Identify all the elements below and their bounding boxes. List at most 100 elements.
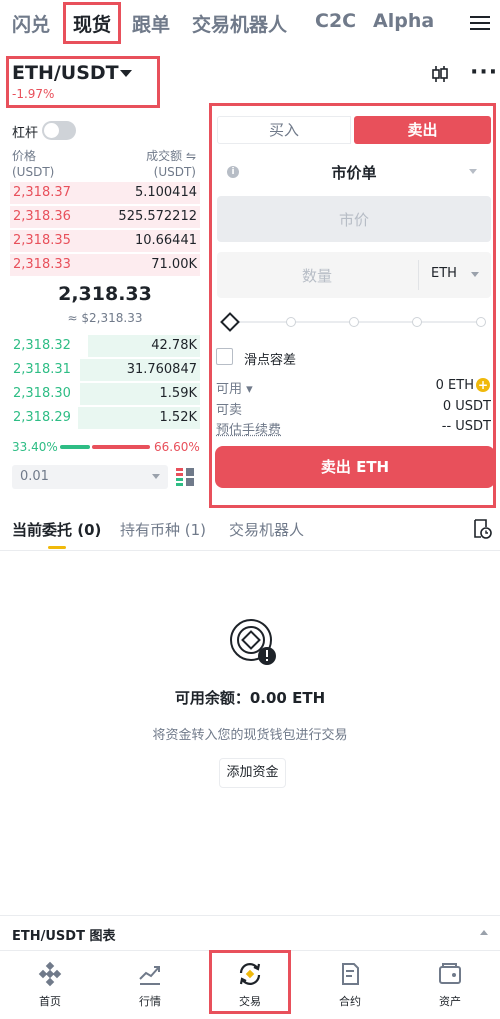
quantity-unit[interactable]: ETH (431, 266, 457, 281)
tab-holdings[interactable]: 持有币种 (1) (120, 519, 206, 540)
order-type-label: 市价单 (331, 164, 377, 182)
side-switch: 买入 卖出 (217, 116, 491, 146)
nav-assets-label: 资产 (439, 995, 461, 1008)
bid-amount: 42.78K (151, 338, 197, 353)
futures-icon (342, 963, 359, 985)
ask-price: 2,318.36 (13, 209, 71, 224)
chart-strip-label: ETH/USDT 图表 (12, 929, 116, 944)
depth-select[interactable]: 0.01 (12, 465, 168, 489)
slider-step[interactable] (412, 317, 422, 327)
active-tab-underline (48, 546, 66, 549)
bid-row[interactable]: 2,318.31 31.760847 (10, 359, 200, 381)
nav-home[interactable]: 首页 (0, 951, 100, 1019)
binance-logo-icon (38, 961, 62, 987)
ask-row[interactable]: 2,318.33 71.00K (10, 254, 200, 276)
sellable-value: 0 USDT (442, 399, 491, 414)
nav-futures[interactable]: 合约 (300, 951, 400, 1019)
tab-copy-trading[interactable]: 跟单 (132, 10, 170, 37)
leverage-toggle[interactable] (42, 121, 76, 140)
chevron-up-icon[interactable] (480, 930, 488, 935)
tab-open-orders[interactable]: 当前委托 (0) (12, 519, 101, 540)
order-type-select[interactable]: i 市价单 (217, 156, 491, 188)
slider-step[interactable] (286, 317, 296, 327)
fee-label[interactable]: 预估手续费 (216, 419, 281, 438)
slippage-label[interactable]: 滑点容差 (244, 349, 296, 368)
add-coin-icon[interactable]: + (476, 378, 490, 392)
bid-amount: 31.760847 (126, 362, 197, 377)
ask-amount: 71.00K (151, 257, 197, 272)
more-icon[interactable]: ··· (470, 62, 498, 84)
buy-ratio: 33.40% (12, 440, 58, 454)
sell-ratio-bar (92, 445, 150, 449)
orderbook-layout-icon[interactable] (176, 467, 194, 487)
chevron-down-icon (152, 474, 160, 479)
bid-amount: 1.59K (159, 386, 197, 401)
ask-amount: 5.100414 (134, 185, 197, 200)
bid-row[interactable]: 2,318.32 42.78K (10, 335, 200, 357)
chevron-down-icon[interactable] (120, 70, 132, 77)
nav-assets[interactable]: 资产 (400, 951, 500, 1019)
tab-bots[interactable]: 交易机器人 (229, 519, 304, 540)
bid-price: 2,318.32 (13, 338, 71, 353)
price-input[interactable]: 市价 (217, 196, 491, 242)
tab-swap[interactable]: 闪兑 (12, 10, 50, 37)
nav-markets-label: 行情 (139, 995, 161, 1008)
sell-tab[interactable]: 卖出 (354, 116, 491, 144)
nav-futures-label: 合约 (339, 995, 361, 1008)
tab-trading-bots[interactable]: 交易机器人 (192, 10, 287, 37)
ask-row[interactable]: 2,318.37 5.100414 (10, 182, 200, 204)
nav-markets[interactable]: 行情 (100, 951, 200, 1019)
menu-icon[interactable] (470, 12, 490, 32)
sell-eth-button[interactable]: 卖出 ETH (215, 446, 495, 488)
pair-symbol[interactable]: ETH/USDT (12, 62, 119, 84)
ask-amount: 525.572212 (118, 209, 197, 224)
pair-change: -1.97% (12, 87, 55, 101)
order-history-icon[interactable] (472, 518, 492, 540)
ask-price: 2,318.35 (13, 233, 71, 248)
top-nav: 闪兑 现货 跟单 交易机器人 C2C Alpha (0, 0, 500, 48)
ask-row[interactable]: 2,318.36 525.572212 (10, 206, 200, 228)
slider-step[interactable] (349, 317, 359, 327)
empty-wallet-icon (230, 619, 276, 665)
slider-thumb[interactable] (220, 312, 240, 332)
sellable-label: 可卖 (216, 403, 243, 418)
nav-trade[interactable]: 交易 (200, 951, 300, 1019)
chevron-down-icon[interactable] (471, 272, 479, 277)
tab-alpha[interactable]: Alpha (373, 10, 434, 32)
ask-row[interactable]: 2,318.35 10.66441 (10, 230, 200, 252)
quantity-placeholder: 数量 (301, 267, 332, 285)
nav-home-label: 首页 (39, 995, 61, 1008)
ask-price: 2,318.37 (13, 185, 71, 200)
bid-price: 2,318.30 (13, 386, 71, 401)
price-placeholder: 市价 (338, 211, 369, 229)
buy-ratio-bar (60, 445, 90, 449)
quantity-input[interactable]: 数量 ETH (217, 252, 491, 298)
available-label[interactable]: 可用 ▾ (216, 378, 253, 397)
add-funds-button[interactable]: 添加资金 (219, 758, 286, 788)
available-balance: 可用余额：0.00 ETH (174, 689, 326, 707)
tab-spot[interactable]: 现货 (73, 10, 111, 37)
bid-row[interactable]: 2,318.30 1.59K (10, 383, 200, 405)
bid-price: 2,318.29 (13, 410, 71, 425)
chart-icon (139, 966, 160, 985)
tab-c2c[interactable]: C2C (315, 10, 356, 32)
chart-strip[interactable]: ETH/USDT 图表 (0, 915, 500, 950)
leverage-label: 杠杆 (12, 126, 39, 141)
col-amount-unit: (USDT) (153, 165, 196, 179)
fee-value: -- USDT (441, 419, 491, 434)
divider (418, 260, 419, 290)
amount-slider[interactable] (220, 312, 486, 332)
bid-row[interactable]: 2,318.29 1.52K (10, 407, 200, 429)
bid-amount: 1.52K (159, 410, 197, 425)
ask-price: 2,318.33 (13, 257, 71, 272)
slider-step[interactable] (476, 317, 486, 327)
last-price-fiat: ≈ $2,318.33 (67, 311, 143, 325)
slippage-checkbox[interactable] (216, 348, 233, 365)
buy-tab[interactable]: 买入 (217, 116, 351, 144)
candlestick-icon[interactable] (430, 64, 450, 84)
last-price: 2,318.33 (58, 283, 152, 305)
col-amount-header[interactable]: 成交额 ⇋ (96, 147, 196, 164)
chevron-down-icon (469, 169, 477, 174)
wallet-icon (439, 963, 461, 984)
transfer-hint: 将资金转入您的现货钱包进行交易 (152, 728, 348, 743)
